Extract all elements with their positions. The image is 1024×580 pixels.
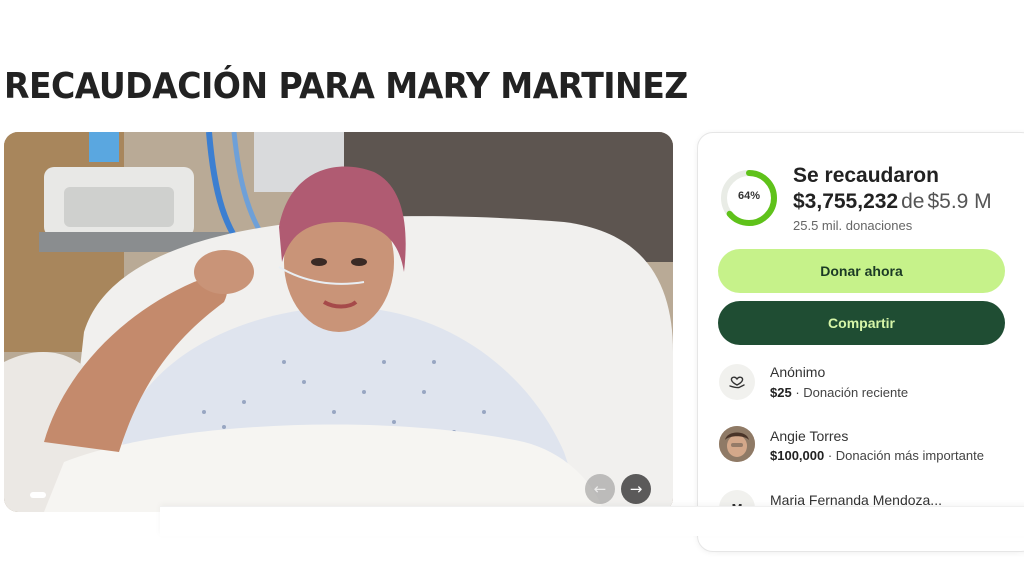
raised-amount: $3,755,232 <box>793 190 899 213</box>
raised-amount-row: $3,755,232 de $5.9 M <box>793 190 992 214</box>
goal-amount: $5.9 M <box>927 190 992 213</box>
donor-note: Donación más importante <box>835 448 984 463</box>
page-title: RECAUDACIÓN PARA MARY MARTINEZ <box>4 66 688 107</box>
arrow-right-icon: → <box>629 480 643 498</box>
donation-count: 25.5 mil. donaciones <box>793 218 913 233</box>
carousel-next-button[interactable]: → <box>621 474 651 504</box>
donor-name: Anónimo <box>770 364 826 380</box>
campaign-photo[interactable] <box>4 132 673 512</box>
donor-amount: $100,000 <box>770 448 825 463</box>
carousel-indicator[interactable] <box>30 492 46 498</box>
share-button[interactable]: Compartir <box>718 301 1005 345</box>
separator: · <box>824 448 836 463</box>
donor-detail: $100,000 · Donación más importante <box>770 448 984 463</box>
arrow-left-icon: ← <box>593 480 607 498</box>
donor-note: Donación reciente <box>803 385 909 400</box>
carousel-prev-button[interactable]: ← <box>585 474 615 504</box>
raised-label: Se recaudaron <box>793 164 939 187</box>
patient-photo <box>4 132 673 512</box>
heart-hand-icon <box>729 376 745 389</box>
of-text: de <box>901 190 925 213</box>
donor-amount: $25 <box>770 385 792 400</box>
user-photo <box>719 426 755 462</box>
donor-name: Angie Torres <box>770 428 849 444</box>
progress-percent: 64% <box>737 190 761 202</box>
donor-avatar <box>719 364 755 400</box>
bottom-overlay <box>160 506 1024 536</box>
donor-avatar-photo <box>719 426 755 462</box>
separator: · <box>791 385 804 400</box>
donate-button[interactable]: Donar ahora <box>718 249 1005 293</box>
donor-detail: $25 · Donación reciente <box>770 385 908 400</box>
